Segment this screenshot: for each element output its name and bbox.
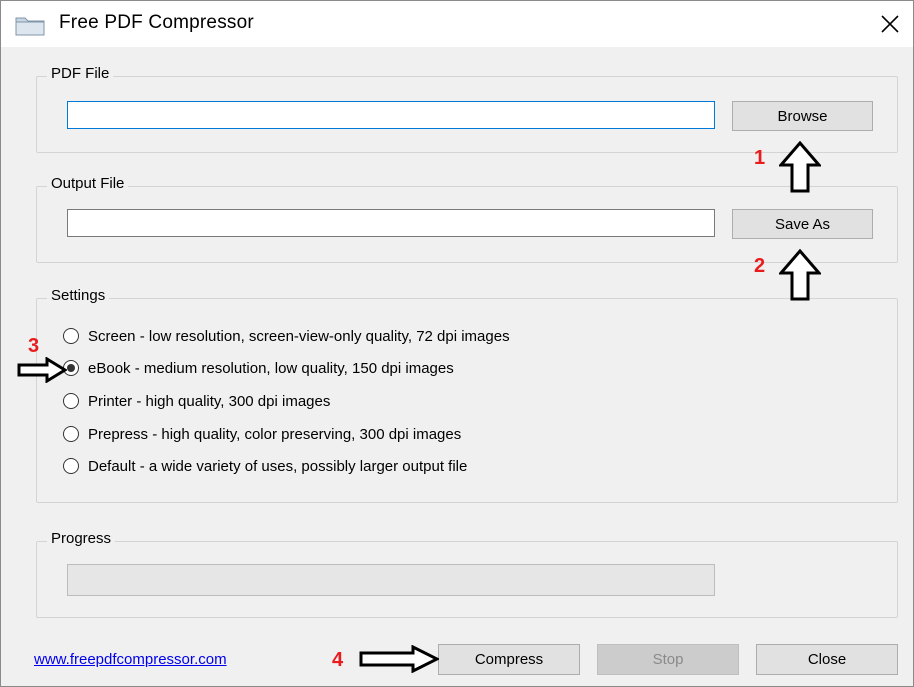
radio-label: Prepress - high quality, color preservin… bbox=[88, 425, 462, 443]
radio-option-printer[interactable]: Printer - high quality, 300 dpi images bbox=[63, 389, 330, 413]
up-arrow-icon bbox=[779, 249, 821, 301]
right-arrow-icon bbox=[17, 357, 67, 383]
close-button[interactable]: Close bbox=[756, 644, 898, 675]
app-window: Free PDF Compressor PDF File Browse Outp… bbox=[0, 0, 914, 687]
settings-group-label: Settings bbox=[47, 287, 110, 304]
compress-button[interactable]: Compress bbox=[438, 644, 580, 675]
progress-bar bbox=[67, 564, 715, 596]
folder-icon bbox=[15, 17, 45, 36]
pdf-file-input[interactable] bbox=[67, 101, 715, 129]
website-link[interactable]: www.freepdfcompressor.com bbox=[34, 651, 227, 668]
radio-label: eBook - medium resolution, low quality, … bbox=[88, 359, 454, 377]
title-bar: Free PDF Compressor bbox=[1, 1, 913, 47]
step-marker-3: 3 bbox=[28, 335, 40, 357]
radio-label: Screen - low resolution, screen-view-onl… bbox=[88, 327, 510, 345]
radio-option-screen[interactable]: Screen - low resolution, screen-view-onl… bbox=[63, 324, 510, 348]
step-marker-2: 2 bbox=[754, 255, 766, 277]
radio-label: Printer - high quality, 300 dpi images bbox=[88, 392, 331, 410]
pdf-file-group-label: PDF File bbox=[47, 65, 114, 82]
stop-button: Stop bbox=[597, 644, 739, 675]
close-window-button[interactable] bbox=[873, 7, 907, 41]
radio-button[interactable] bbox=[63, 426, 79, 442]
radio-option-prepress[interactable]: Prepress - high quality, color preservin… bbox=[63, 422, 461, 446]
radio-button[interactable] bbox=[63, 458, 79, 474]
window-title: Free PDF Compressor bbox=[59, 12, 254, 33]
radio-option-default[interactable]: Default - a wide variety of uses, possib… bbox=[63, 454, 467, 478]
step-marker-1: 1 bbox=[754, 147, 766, 169]
step-marker-4: 4 bbox=[332, 649, 344, 671]
progress-group-label: Progress bbox=[47, 530, 116, 547]
radio-button[interactable] bbox=[63, 393, 79, 409]
radio-button[interactable] bbox=[63, 328, 79, 344]
save-as-button[interactable]: Save As bbox=[732, 209, 873, 239]
up-arrow-icon bbox=[779, 141, 821, 193]
browse-button[interactable]: Browse bbox=[732, 101, 873, 131]
radio-option-ebook[interactable]: eBook - medium resolution, low quality, … bbox=[63, 356, 454, 380]
radio-dot bbox=[67, 364, 75, 372]
close-icon bbox=[881, 15, 899, 33]
radio-label: Default - a wide variety of uses, possib… bbox=[88, 457, 468, 475]
output-file-input[interactable] bbox=[67, 209, 715, 237]
output-file-group-label: Output File bbox=[47, 175, 129, 192]
right-arrow-icon bbox=[359, 645, 439, 673]
